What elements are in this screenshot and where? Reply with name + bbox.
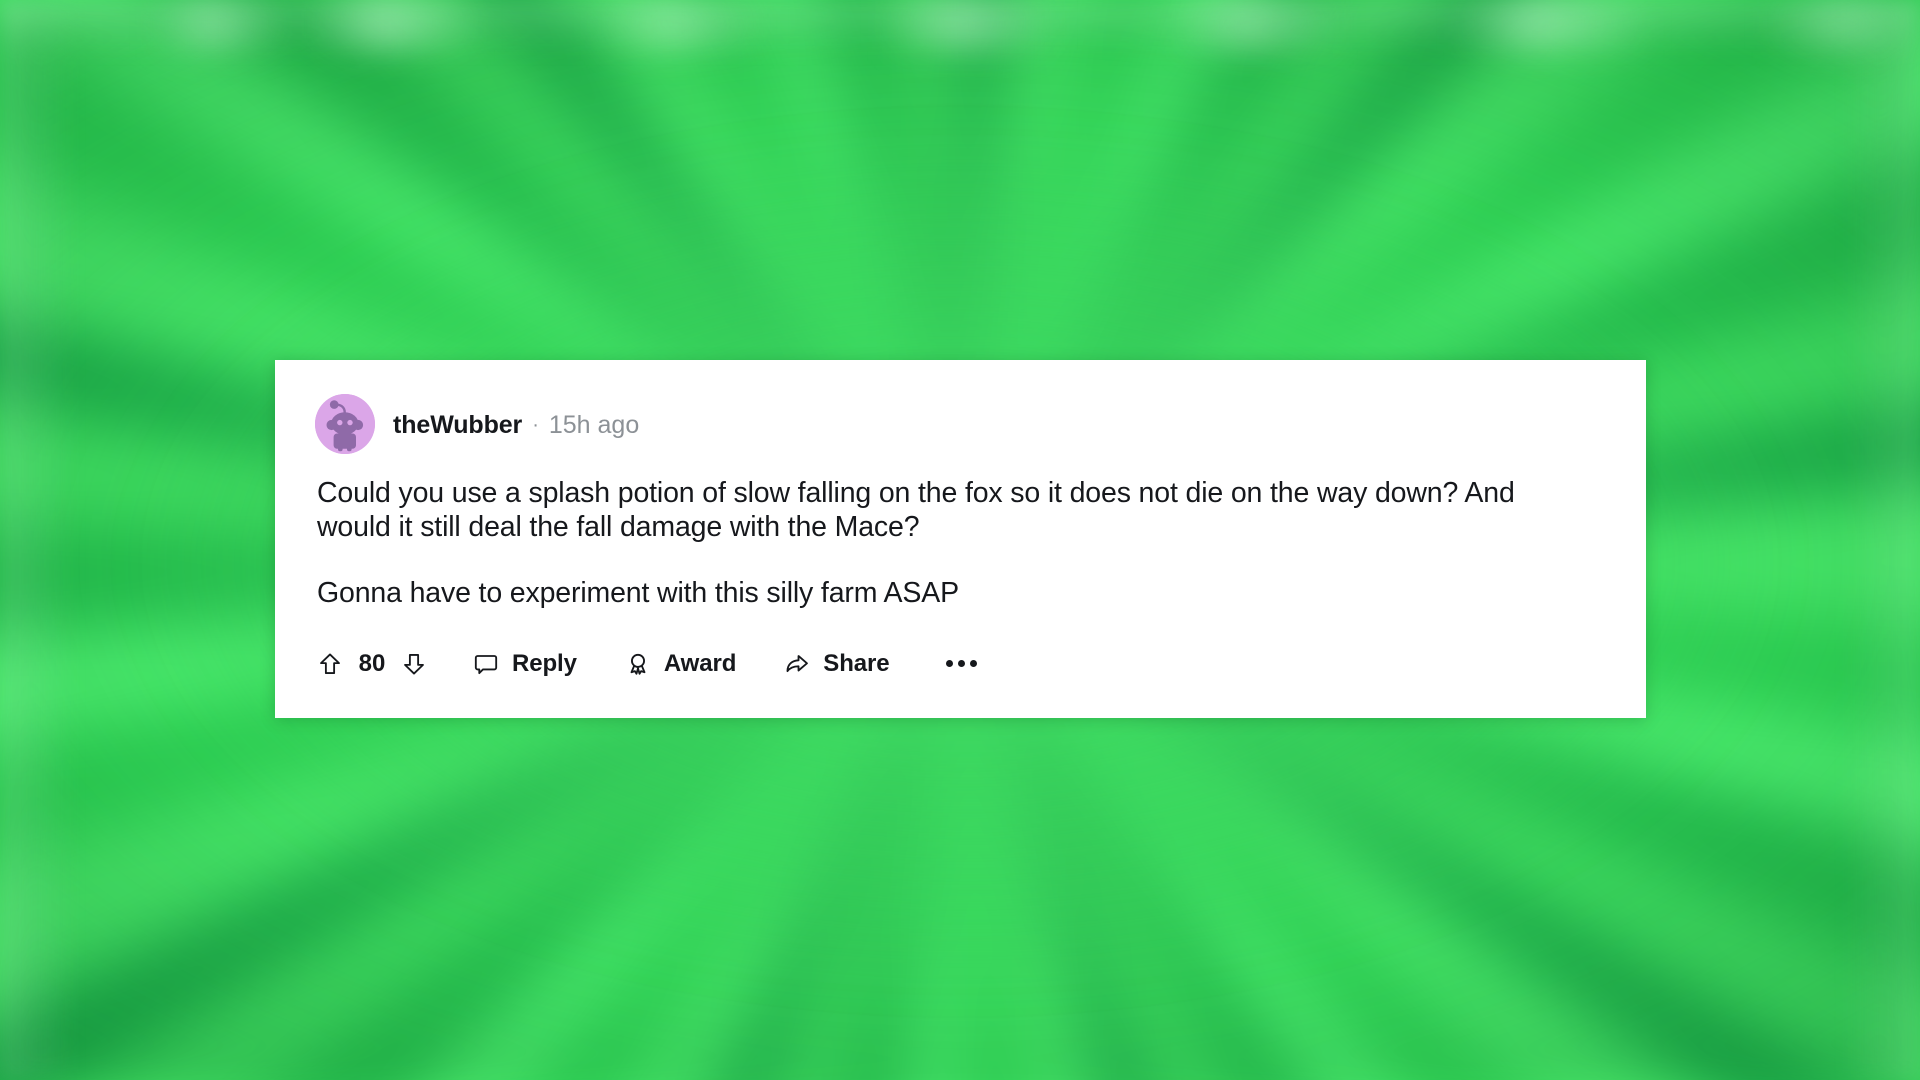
comment-byline: theWubber · 15h ago [393, 411, 639, 440]
reply-label: Reply [512, 649, 577, 677]
overflow-dot [969, 660, 977, 668]
comment-body: Could you use a splash potion of slow fa… [315, 476, 1606, 611]
overflow-dot [957, 660, 965, 668]
overflow-dot [945, 660, 953, 668]
snoo-avatar-icon[interactable] [315, 394, 375, 454]
meta-separator: · [532, 413, 539, 436]
comment-timestamp[interactable]: 15h ago [549, 411, 639, 440]
comment-paragraph-2: Gonna have to experiment with this silly… [317, 577, 959, 610]
vote-count: 80 [358, 649, 386, 677]
vote-group: 80 [317, 650, 427, 678]
award-ribbon-icon [625, 651, 651, 677]
comment-card: theWubber · 15h ago Could you use a spla… [275, 360, 1646, 718]
upvote-arrow-icon[interactable] [317, 651, 343, 677]
award-button[interactable]: Award [625, 650, 736, 678]
share-arrow-icon [784, 651, 810, 677]
share-button[interactable]: Share [784, 649, 890, 678]
comment-action-bar: 80 Reply Award Share [315, 641, 1606, 687]
share-label: Share [823, 649, 890, 677]
comment-author-name[interactable]: theWubber [393, 411, 522, 440]
award-label: Award [663, 649, 737, 677]
comment-paragraph-1: Could you use a splash potion of slow fa… [317, 477, 1515, 544]
overflow-menu-icon[interactable] [942, 654, 981, 673]
downvote-arrow-icon[interactable] [401, 651, 427, 677]
comment-bubble-icon [473, 651, 499, 677]
comment-header: theWubber · 15h ago [315, 394, 1606, 454]
reply-button[interactable]: Reply [473, 650, 577, 678]
